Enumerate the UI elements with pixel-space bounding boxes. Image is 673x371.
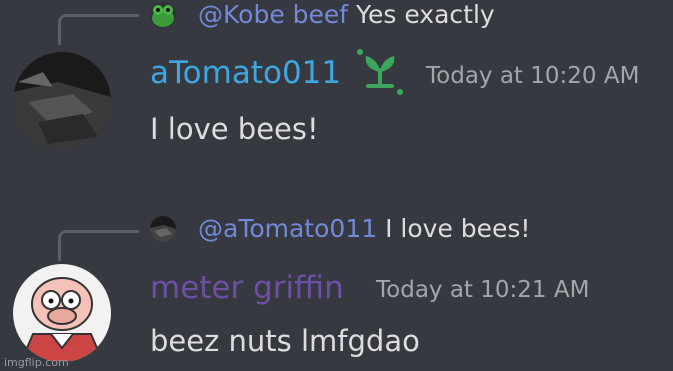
username[interactable]: meter griffin	[150, 270, 344, 306]
reply-text: I love bees!	[385, 214, 531, 243]
message-content: I love bees!	[150, 112, 319, 146]
reply-avatar[interactable]	[150, 2, 176, 28]
reply-text: Yes exactly	[356, 0, 495, 29]
reply-connector	[58, 230, 139, 261]
user-photo-avatar	[13, 52, 111, 150]
username[interactable]: aTomato011	[150, 55, 341, 91]
sprout-icon[interactable]	[352, 46, 408, 102]
timestamp[interactable]: Today at 10:21 AM	[376, 277, 589, 303]
reply-connector	[58, 14, 139, 45]
frog-avatar-icon	[150, 2, 176, 28]
reply-avatar[interactable]	[150, 216, 176, 242]
watermark: imgflip.com	[4, 356, 69, 369]
avatar[interactable]	[13, 264, 111, 362]
user-photo-avatar	[150, 216, 176, 242]
avatar[interactable]	[13, 52, 111, 150]
cartoon-face-avatar	[13, 264, 111, 362]
reply-mention[interactable]: @Kobe beef	[198, 0, 348, 29]
reply-mention[interactable]: @aTomato011	[198, 214, 377, 243]
reply-preview[interactable]: @aTomato011 I love bees!	[198, 214, 530, 243]
reply-preview[interactable]: @Kobe beef Yes exactly	[198, 0, 495, 29]
message-content: beez nuts lmfgdao	[150, 324, 420, 358]
timestamp[interactable]: Today at 10:20 AM	[426, 63, 639, 89]
